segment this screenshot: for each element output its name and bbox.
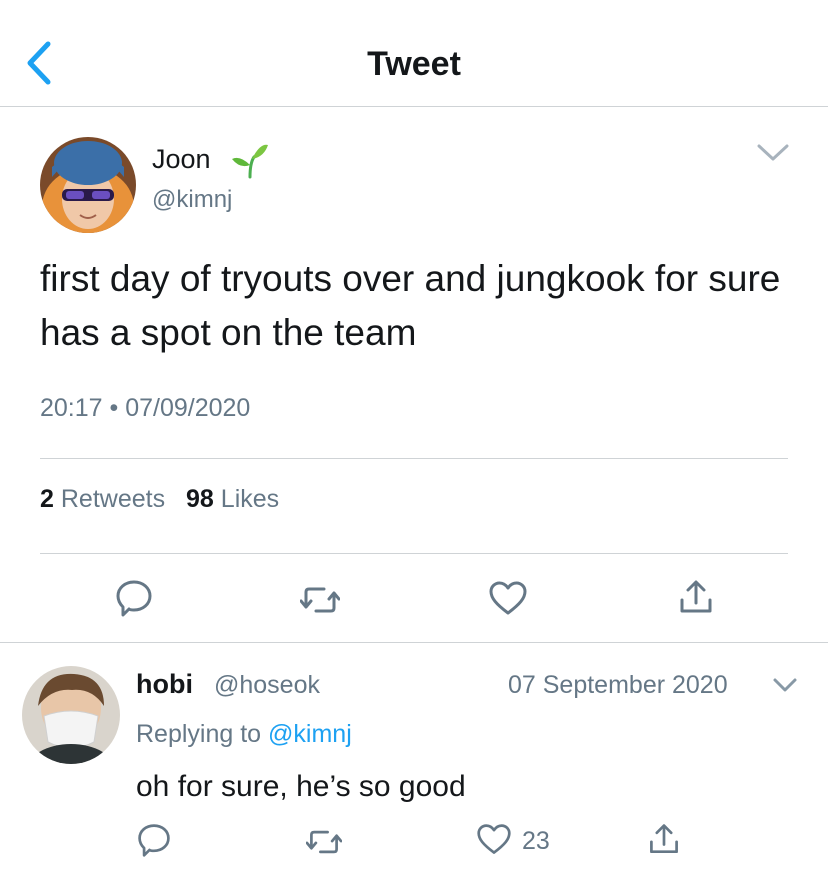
display-name[interactable]: Joon	[152, 143, 211, 175]
retweet-icon[interactable]	[300, 580, 340, 620]
like-count[interactable]: 98	[186, 485, 214, 513]
divider	[0, 642, 828, 643]
chevron-down-icon[interactable]	[756, 142, 790, 164]
share-icon[interactable]	[646, 822, 682, 858]
page-title: Tweet	[367, 45, 461, 83]
reply-like-count: 23	[522, 827, 550, 855]
retweet-label[interactable]: Retweets	[61, 485, 165, 513]
heart-icon[interactable]	[488, 579, 528, 619]
avatar[interactable]	[40, 137, 136, 233]
divider	[40, 458, 788, 459]
retweet-icon[interactable]	[306, 824, 342, 860]
display-name[interactable]: hobi	[136, 668, 193, 700]
divider	[40, 553, 788, 554]
like-label[interactable]: Likes	[221, 485, 279, 513]
avatar[interactable]	[22, 666, 120, 764]
header-divider	[0, 106, 828, 107]
seedling-icon	[232, 144, 268, 179]
replying-to: Replying to @kimnj	[136, 719, 352, 749]
tweet-timestamp: 20:17 • 07/09/2020	[40, 394, 251, 422]
handle[interactable]: @kimnj	[152, 185, 232, 215]
handle[interactable]: @hoseok	[214, 670, 320, 700]
retweet-count[interactable]: 2	[40, 485, 54, 513]
tweet-text: first day of tryouts over and jungkook f…	[40, 258, 781, 353]
reply-text: oh for sure, he’s so good	[136, 770, 466, 803]
replying-to-link[interactable]: @kimnj	[268, 720, 352, 748]
tweet-stats: 2 Retweets 98 Likes	[40, 484, 279, 514]
replying-prefix: Replying to	[136, 720, 262, 748]
reply-icon[interactable]	[114, 578, 154, 618]
reply-date: 07 September 2020	[508, 671, 728, 699]
chevron-down-icon[interactable]	[772, 676, 798, 694]
heart-icon[interactable]	[476, 822, 512, 858]
reply-icon[interactable]	[136, 822, 172, 858]
share-icon[interactable]	[676, 578, 716, 618]
